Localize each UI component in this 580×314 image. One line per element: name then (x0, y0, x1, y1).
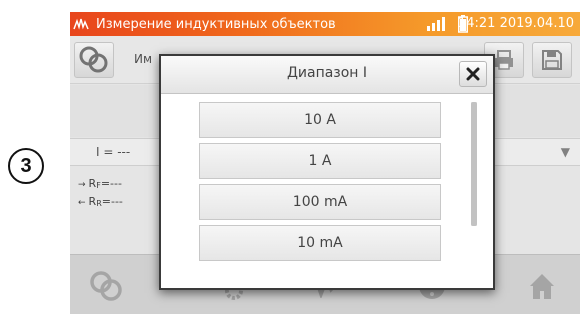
range-option-100ma[interactable]: 100 mA (199, 184, 441, 220)
scrollbar-thumb[interactable] (471, 102, 477, 226)
dialog-header: Диапазон I (161, 56, 493, 94)
meter-logo-icon (70, 12, 92, 36)
option-label: 1 A (308, 153, 332, 169)
status-datetime: 14:21 2019.04.10 (457, 16, 574, 31)
option-label: 10 mA (297, 235, 343, 251)
range-option-10ma[interactable]: 10 mA (199, 225, 441, 261)
option-label: 10 A (304, 112, 336, 128)
range-option-1a[interactable]: 1 A (199, 143, 441, 179)
range-dialog: Диапазон I 10 A 1 A 100 mA 10 mA (159, 54, 495, 290)
close-icon (466, 67, 480, 81)
status-title: Измерение индуктивных объектов (96, 16, 336, 32)
step-number: 3 (20, 154, 32, 177)
option-label: 100 mA (292, 194, 348, 210)
step-number-badge: 3 (8, 148, 44, 184)
device-screen: Измерение индуктивных объектов 14:21 201… (70, 12, 580, 314)
dialog-title: Диапазон I (286, 65, 368, 81)
scrollbar-track[interactable] (471, 102, 477, 226)
range-option-10a[interactable]: 10 A (199, 102, 441, 138)
close-button[interactable] (459, 61, 487, 87)
signal-icon (427, 17, 445, 31)
status-bar: Измерение индуктивных объектов 14:21 201… (70, 12, 580, 36)
